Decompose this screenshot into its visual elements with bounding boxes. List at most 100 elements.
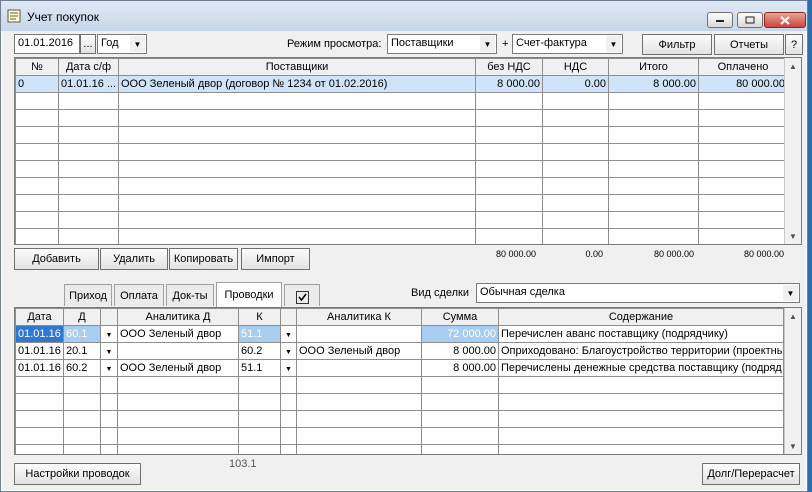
scroll-up-icon[interactable]: ▲ <box>785 58 801 74</box>
empty-cell[interactable] <box>421 444 499 454</box>
invoice-cell-supplier[interactable]: ООО Зеленый двор (договор № 1234 от 01.0… <box>118 75 476 93</box>
empty-cell[interactable] <box>296 427 422 445</box>
empty-cell[interactable] <box>698 92 788 110</box>
posting-debit-account[interactable]: 60.2 <box>63 359 101 377</box>
scroll-down-icon[interactable]: ▼ <box>785 438 801 454</box>
scroll-down-icon[interactable]: ▼ <box>785 228 801 244</box>
empty-cell[interactable] <box>608 228 699 244</box>
empty-cell[interactable] <box>608 92 699 110</box>
empty-cell[interactable] <box>100 410 118 428</box>
empty-cell[interactable] <box>15 211 59 229</box>
empty-cell[interactable] <box>608 194 699 212</box>
empty-row[interactable] <box>15 410 784 428</box>
empty-cell[interactable] <box>421 410 499 428</box>
posting-row[interactable]: 01.01.16 60.2 ▼ ООО Зеленый двор 51.1 ▼ 8 000.… <box>15 359 784 377</box>
empty-cell[interactable] <box>498 444 784 454</box>
posting-debit-analytics[interactable]: ООО Зеленый двор <box>117 359 239 377</box>
posting-credit-analytics[interactable]: ООО Зеленый двор <box>296 342 422 360</box>
empty-cell[interactable] <box>608 177 699 195</box>
empty-cell[interactable] <box>280 444 297 454</box>
dropdown-cell[interactable]: ▼ <box>100 359 118 377</box>
postings-column-spacer[interactable] <box>280 308 297 326</box>
posting-settings-button[interactable]: Настройки проводок <box>14 463 141 485</box>
invoice-cell-num[interactable]: 0 <box>15 75 59 93</box>
empty-cell[interactable] <box>15 410 64 428</box>
empty-cell[interactable] <box>475 109 543 127</box>
title-bar[interactable]: Учет покупок <box>1 1 807 31</box>
empty-cell[interactable] <box>58 177 119 195</box>
filter-button[interactable]: Фильтр <box>642 34 712 55</box>
postings-column-header[interactable]: Содержание <box>498 308 784 326</box>
invoices-column-header[interactable]: Итого <box>608 58 699 76</box>
tab-postings[interactable]: Проводки <box>216 282 282 307</box>
postings-scrollbar[interactable]: ▲ ▼ <box>784 308 801 454</box>
postings-column-header[interactable]: Аналитика К <box>296 308 422 326</box>
postings-column-spacer[interactable] <box>100 308 118 326</box>
empty-cell[interactable] <box>100 376 118 394</box>
empty-cell[interactable] <box>608 160 699 178</box>
empty-cell[interactable] <box>118 228 476 244</box>
invoice-cell-date[interactable]: 01.01.16 ... <box>58 75 119 93</box>
empty-cell[interactable] <box>698 143 788 161</box>
empty-cell[interactable] <box>58 194 119 212</box>
empty-row[interactable] <box>15 160 788 178</box>
invoices-column-header[interactable]: Оплачено <box>698 58 788 76</box>
empty-cell[interactable] <box>118 143 476 161</box>
empty-row[interactable] <box>15 393 784 411</box>
posting-debit-account[interactable]: 60.1 <box>63 325 101 343</box>
tab-documents[interactable]: Док-ты <box>166 284 214 306</box>
empty-cell[interactable] <box>280 427 297 445</box>
empty-cell[interactable] <box>63 410 101 428</box>
invoices-column-header[interactable]: Дата с/ф <box>58 58 119 76</box>
empty-row[interactable] <box>15 427 784 445</box>
view-mode-select[interactable]: Поставщики ▼ <box>387 34 497 54</box>
dropdown-cell[interactable]: ▼ <box>280 342 297 360</box>
posting-debit-account[interactable]: 20.1 <box>63 342 101 360</box>
empty-cell[interactable] <box>118 160 476 178</box>
empty-cell[interactable] <box>698 177 788 195</box>
empty-cell[interactable] <box>608 126 699 144</box>
empty-cell[interactable] <box>117 410 239 428</box>
empty-cell[interactable] <box>475 160 543 178</box>
invoices-grid[interactable]: № Дата с/ф Поставщики без НДС НДС Итого Оплаче… <box>14 57 802 245</box>
empty-cell[interactable] <box>542 194 609 212</box>
empty-cell[interactable] <box>542 177 609 195</box>
empty-cell[interactable] <box>296 444 422 454</box>
empty-row[interactable] <box>15 211 788 229</box>
maximize-button[interactable] <box>737 12 763 28</box>
empty-cell[interactable] <box>118 109 476 127</box>
empty-cell[interactable] <box>15 177 59 195</box>
empty-cell[interactable] <box>15 444 64 454</box>
invoice-cell-total[interactable]: 8 000.00 <box>608 75 699 93</box>
empty-cell[interactable] <box>63 427 101 445</box>
empty-cell[interactable] <box>475 228 543 244</box>
posting-description[interactable]: Перечислен аванс поставщику (подрядчику) <box>498 325 784 343</box>
posting-description[interactable]: Перечислены денежные средства поставщику… <box>498 359 784 377</box>
invoices-column-header[interactable]: № <box>15 58 59 76</box>
tab-checkbox[interactable] <box>284 284 320 306</box>
postings-column-header[interactable]: Д <box>63 308 101 326</box>
empty-cell[interactable] <box>58 109 119 127</box>
tab-income[interactable]: Приход <box>64 284 112 306</box>
empty-row[interactable] <box>15 194 788 212</box>
chevron-down-icon[interactable]: ▼ <box>130 36 145 52</box>
empty-cell[interactable] <box>542 126 609 144</box>
posting-sum[interactable]: 8 000.00 <box>421 342 499 360</box>
empty-cell[interactable] <box>118 92 476 110</box>
import-button[interactable]: Импорт <box>241 248 310 270</box>
empty-cell[interactable] <box>280 393 297 411</box>
empty-cell[interactable] <box>542 160 609 178</box>
empty-cell[interactable] <box>542 109 609 127</box>
empty-cell[interactable] <box>58 92 119 110</box>
empty-cell[interactable] <box>542 228 609 244</box>
postings-grid[interactable]: Дата Д Аналитика Д К Аналитика К Сумма Содержа… <box>14 307 802 455</box>
invoice-row[interactable]: 0 01.01.16 ... ООО Зеленый двор (договор №… <box>15 75 788 93</box>
empty-cell[interactable] <box>280 410 297 428</box>
empty-cell[interactable] <box>58 126 119 144</box>
dropdown-cell[interactable]: ▼ <box>280 325 297 343</box>
dropdown-cell[interactable]: ▼ <box>280 359 297 377</box>
empty-cell[interactable] <box>15 376 64 394</box>
empty-cell[interactable] <box>117 376 239 394</box>
tab-payment[interactable]: Оплата <box>114 284 164 306</box>
empty-cell[interactable] <box>15 143 59 161</box>
